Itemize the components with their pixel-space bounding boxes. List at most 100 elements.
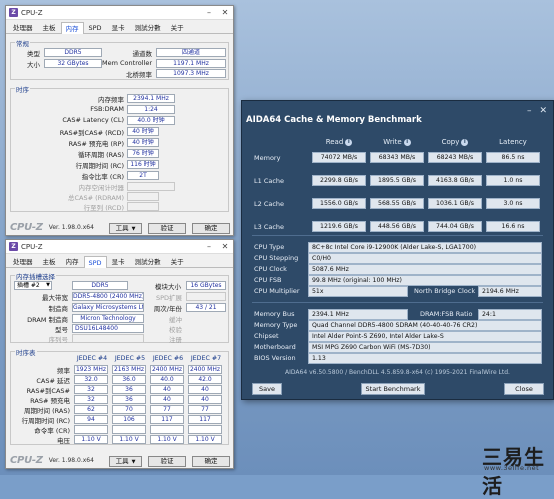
tab-bar: 处理器 主板 内存 SPD 显卡 測試分數 关于	[6, 21, 233, 34]
jedec-cell	[150, 425, 184, 434]
close-icon[interactable]: ✕	[217, 6, 233, 20]
nb-clock-value: 2194.6 MHz	[478, 286, 542, 297]
timing-value-disabled	[127, 182, 175, 191]
jedec-cell: 32	[74, 395, 108, 404]
cpu-fsb-value: 99.8 MHz (original: 100 MHz)	[308, 275, 542, 286]
cpu-stepping-label: CPU Stepping	[254, 254, 299, 262]
close-icon[interactable]: ✕	[539, 107, 547, 116]
cpu-type-value: 8C+8c Intel Core i9-12900K (Alder Lake-S…	[308, 242, 542, 253]
cpuz-memory-window: Z CPU-Z – ✕ 处理器 主板 内存 SPD 显卡 測試分數 关于 常规 …	[5, 5, 234, 236]
tab-about[interactable]: 关于	[166, 21, 189, 33]
validate-button[interactable]: 验证	[148, 456, 186, 467]
minimize-icon[interactable]: –	[201, 240, 217, 254]
minimize-icon[interactable]: –	[201, 6, 217, 20]
max-bandwidth-label: 最大带宽	[42, 294, 68, 302]
save-button[interactable]: Save	[252, 383, 282, 395]
jedec-cell: 32	[74, 385, 108, 394]
write-header: Write i	[370, 138, 424, 146]
cpu-multiplier-label: CPU Multiplier	[254, 287, 300, 295]
close-button[interactable]: Close	[504, 383, 544, 395]
jedec-cell	[112, 425, 146, 434]
jedec-cell: 117	[150, 415, 184, 424]
bench-row-label: L1 Cache	[254, 177, 285, 185]
bench-value: 1219.6 GB/s	[312, 221, 366, 232]
timing-value: 116 时钟	[127, 160, 159, 169]
type-label: 类型	[27, 50, 40, 58]
tab-cpu[interactable]: 处理器	[8, 21, 38, 33]
tools-button[interactable]: 工具 ▼	[109, 456, 142, 467]
serial-value	[72, 334, 144, 343]
validate-button[interactable]: 验证	[148, 223, 186, 234]
tab-about[interactable]: 关于	[166, 255, 189, 267]
jedec-cell: 1.10 V	[150, 435, 184, 444]
jedec-cell: 1.10 V	[112, 435, 146, 444]
tab-memory[interactable]: 内存	[61, 255, 84, 267]
divider	[252, 235, 543, 236]
part-number-label: 型号	[55, 326, 68, 334]
tab-bench[interactable]: 測試分數	[130, 21, 166, 33]
timing-value: 40 时钟	[127, 138, 159, 147]
jedec-cell: 77	[150, 405, 184, 414]
aida64-footer: AIDA64 v6.50.5800 / BenchDLL 4.5.859.8-x…	[285, 369, 510, 376]
dram-fsb-value: 24:1	[478, 309, 542, 320]
start-benchmark-button[interactable]: Start Benchmark	[361, 383, 425, 395]
timing-label: 内存频率	[98, 96, 124, 104]
tab-graphics[interactable]: 显卡	[107, 255, 130, 267]
timing-label-disabled: 内存空闲计时器	[78, 184, 125, 192]
tab-cpu[interactable]: 处理器	[8, 255, 38, 267]
size-label: 大小	[27, 61, 40, 69]
cpu-clock-value: 5087.6 MHz	[308, 264, 542, 275]
copy-header-label: Copy	[441, 138, 460, 146]
jedec-row-label: 命令率 (CR)	[34, 427, 70, 435]
tab-memory[interactable]: 内存	[60, 22, 84, 34]
close-icon[interactable]: ✕	[217, 240, 233, 254]
timing-value-disabled	[127, 192, 159, 201]
jedec-cell: 40	[150, 395, 184, 404]
manufacturer-label: 制造商	[48, 305, 69, 313]
jedec-cell	[188, 425, 222, 434]
chipset-label: Chipset	[254, 332, 279, 340]
motherboard-value: MSI MPG Z690 Carbon WiFi (MS-7D30)	[308, 342, 542, 353]
info-icon[interactable]: i	[461, 138, 469, 146]
bench-row-label: Memory	[254, 154, 281, 162]
jedec-row-label: 频率	[57, 367, 70, 375]
registered-label: 注册	[169, 336, 182, 344]
bench-value: 68243 MB/s	[428, 152, 482, 163]
cpu-stepping-value: C0/H0	[308, 253, 542, 264]
cpuz-logo: CPU-Z	[10, 221, 43, 233]
minimize-icon[interactable]: –	[527, 107, 532, 116]
tools-button[interactable]: 工具 ▼	[109, 223, 142, 234]
jedec-header: JEDEC #5	[114, 355, 146, 362]
tools-label: 工具	[115, 457, 129, 465]
ok-button[interactable]: 确定	[192, 456, 230, 467]
timing-value-disabled	[127, 202, 159, 211]
spd-type-value: DDR5	[72, 281, 128, 290]
bench-value: 4163.8 GB/s	[428, 175, 482, 186]
tab-mainboard[interactable]: 主板	[38, 21, 61, 33]
title-bar: Z CPU-Z – ✕	[6, 6, 233, 20]
info-icon[interactable]: i	[403, 138, 411, 146]
tab-mainboard[interactable]: 主板	[38, 255, 61, 267]
serial-label: 序列号	[48, 336, 69, 344]
jedec-row-label: CAS# 延迟	[36, 377, 70, 385]
jedec-cell: 40	[188, 385, 222, 394]
info-icon[interactable]: i	[345, 138, 353, 146]
tab-bench[interactable]: 測試分數	[130, 255, 166, 267]
bench-value: 74072 MB/s	[312, 152, 366, 163]
slot-select[interactable]: 插槽 #2 ▼	[14, 281, 52, 290]
watermark-url: www.3elife.net	[484, 464, 540, 472]
spd-ext-label: SPD扩展	[155, 294, 182, 302]
jedec-row-label: RAS# 预充电	[30, 397, 70, 405]
divider	[252, 302, 543, 303]
jedec-cell: 1923 MHz	[74, 365, 108, 374]
ok-button[interactable]: 确定	[192, 223, 230, 234]
bench-value: 68343 MB/s	[370, 152, 424, 163]
jedec-cell: 94	[74, 415, 108, 424]
tab-spd[interactable]: SPD	[84, 21, 107, 33]
tab-bar: 处理器 主板 内存 SPD 显卡 測試分數 关于	[6, 255, 233, 268]
jedec-cell: 40	[150, 385, 184, 394]
tab-spd[interactable]: SPD	[83, 256, 107, 268]
module-size-label: 模块大小	[155, 283, 181, 291]
tab-graphics[interactable]: 显卡	[107, 21, 130, 33]
chevron-down-icon: ▼	[131, 226, 136, 232]
